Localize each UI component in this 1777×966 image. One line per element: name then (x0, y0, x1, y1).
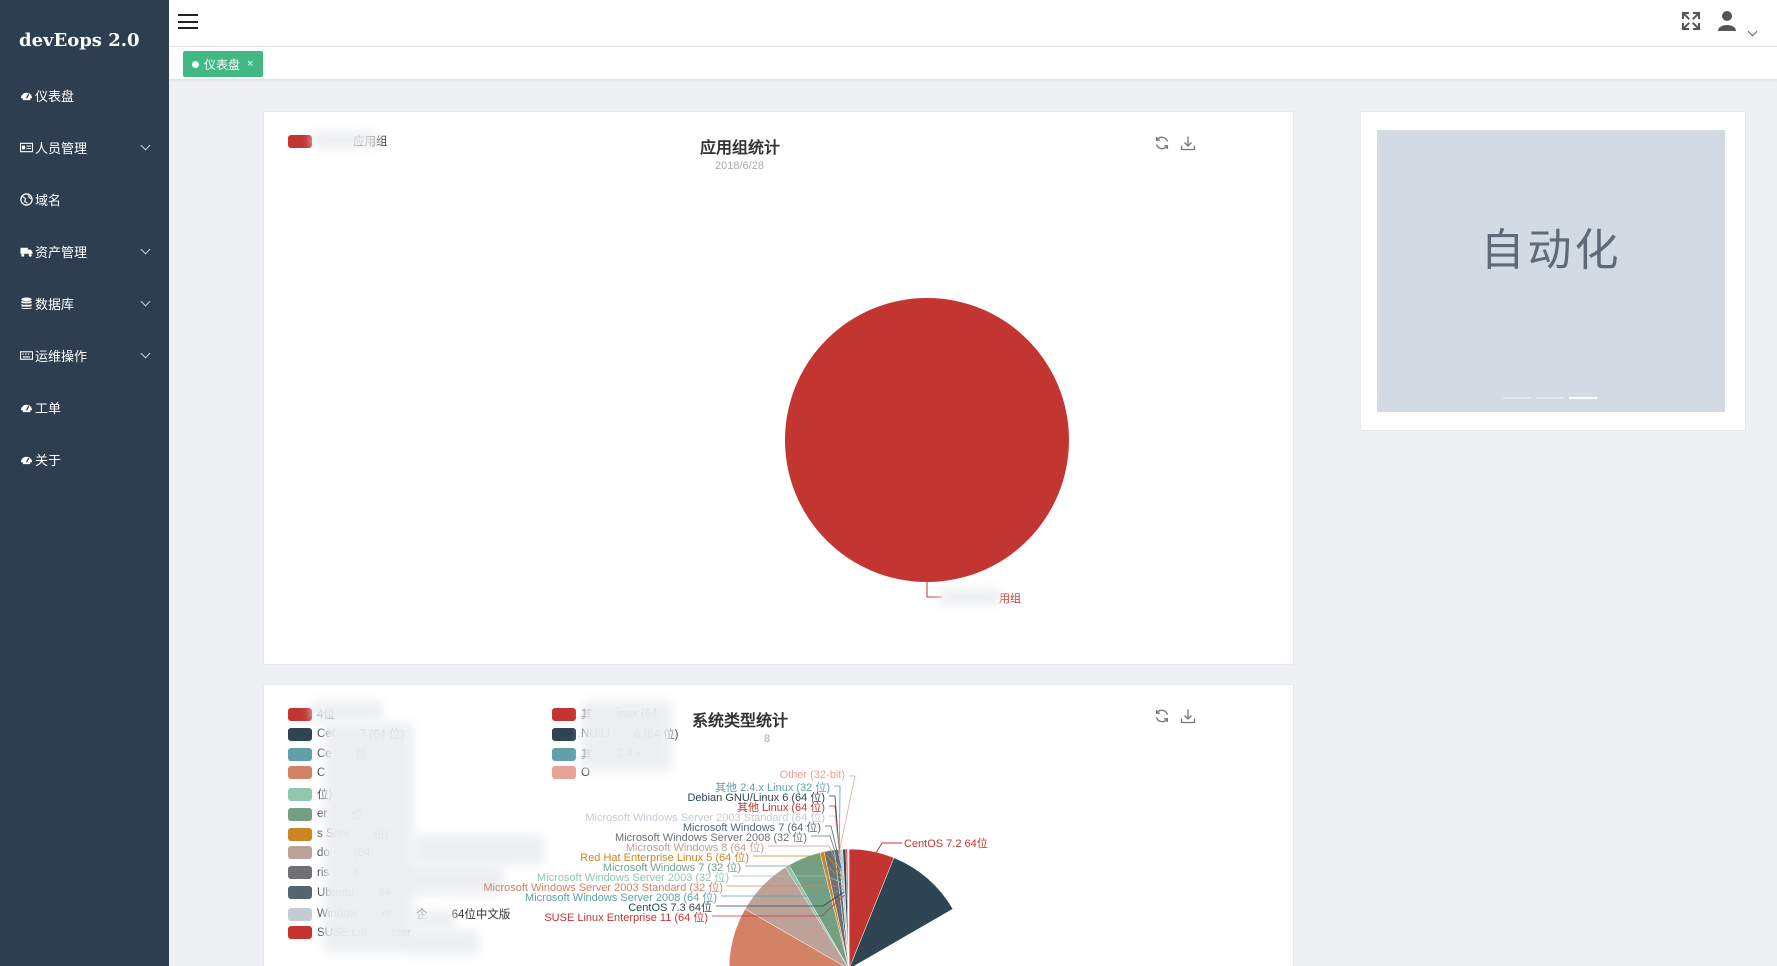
user-avatar-icon[interactable] (1717, 10, 1737, 32)
sidebar-item-label: 域名 (35, 192, 62, 208)
sidebar-item-label: 资产管理 (35, 244, 88, 260)
fullscreen-icon[interactable] (1681, 11, 1701, 31)
carousel[interactable]: 自动化 (1377, 130, 1725, 412)
keyboard-icon (19, 348, 33, 362)
sidebar-item-label: 工单 (35, 400, 62, 416)
sidebar-item-label: 运维操作 (35, 348, 88, 364)
system-type-chart-card: 系统类型统计 8 4位Cer7 (64 位)Ce位C位)er位s Serv位)d… (263, 684, 1294, 966)
id-card-icon (19, 140, 33, 154)
carousel-indicator[interactable] (1503, 397, 1531, 399)
slice-label: CentOS 7.2 64位 (904, 838, 988, 850)
active-dot-icon (192, 60, 199, 68)
sidebar: devEops 2.0 仪表盘人员管理域名资产管理数据库运维操作工单关于 (0, 0, 169, 966)
carousel-indicator[interactable] (1536, 397, 1564, 399)
brand-title: devEops 2.0 (19, 30, 140, 51)
carousel-indicator[interactable] (1569, 397, 1597, 399)
sidebar-item-label: 关于 (35, 452, 62, 468)
slice-label: 用组 (999, 593, 1021, 605)
slice-label: SUSE Linux Enterprise 11 (64 位) (544, 912, 708, 924)
dashboard-icon (19, 88, 33, 102)
top-header (169, 0, 1777, 47)
database-icon (19, 296, 33, 310)
app-group-pie (785, 298, 1069, 598)
sidebar-item-dashboard[interactable]: 仪表盘 (0, 78, 169, 112)
sidebar-item-label: 人员管理 (35, 140, 88, 156)
sidebar-item-about[interactable]: 关于 (0, 442, 169, 476)
label-leader-line (875, 842, 902, 854)
tab-label: 仪表盘 (204, 57, 241, 72)
user-dropdown-chevron-icon[interactable] (1747, 26, 1758, 37)
sidebar-item-ops[interactable]: 运维操作 (0, 338, 169, 372)
dashboard-icon (19, 400, 33, 414)
chevron-down-icon (140, 244, 151, 255)
dashboard-icon (19, 452, 33, 466)
menu-toggle-icon[interactable] (178, 14, 198, 30)
tab-dashboard[interactable]: 仪表盘 × (183, 51, 264, 77)
sidebar-item-label: 仪表盘 (35, 88, 75, 104)
tabs-bar: 仪表盘 × (169, 47, 1777, 80)
pie-slice[interactable] (785, 298, 1069, 582)
sidebar-item-database[interactable]: 数据库 (0, 286, 169, 320)
chevron-down-icon (140, 348, 151, 359)
carousel-slide-text: 自动化 (1480, 226, 1622, 275)
automation-card: 自动化 (1360, 111, 1746, 431)
app-group-chart-card: 应用组 应用组统计 2018/6/28 用组 (263, 111, 1294, 665)
globe-icon (19, 192, 33, 206)
chevron-down-icon (140, 140, 151, 151)
redacted-text (940, 589, 1000, 605)
sidebar-item-assets[interactable]: 资产管理 (0, 234, 169, 268)
sidebar-item-label: 数据库 (35, 296, 75, 312)
tab-close-icon[interactable]: × (247, 58, 253, 70)
label-leader-line (838, 775, 856, 854)
sidebar-item-domain[interactable]: 域名 (0, 182, 169, 216)
truck-icon (19, 244, 33, 258)
sidebar-item-personnel[interactable]: 人员管理 (0, 130, 169, 164)
sidebar-item-tickets[interactable]: 工单 (0, 390, 169, 424)
chevron-down-icon (140, 296, 151, 307)
